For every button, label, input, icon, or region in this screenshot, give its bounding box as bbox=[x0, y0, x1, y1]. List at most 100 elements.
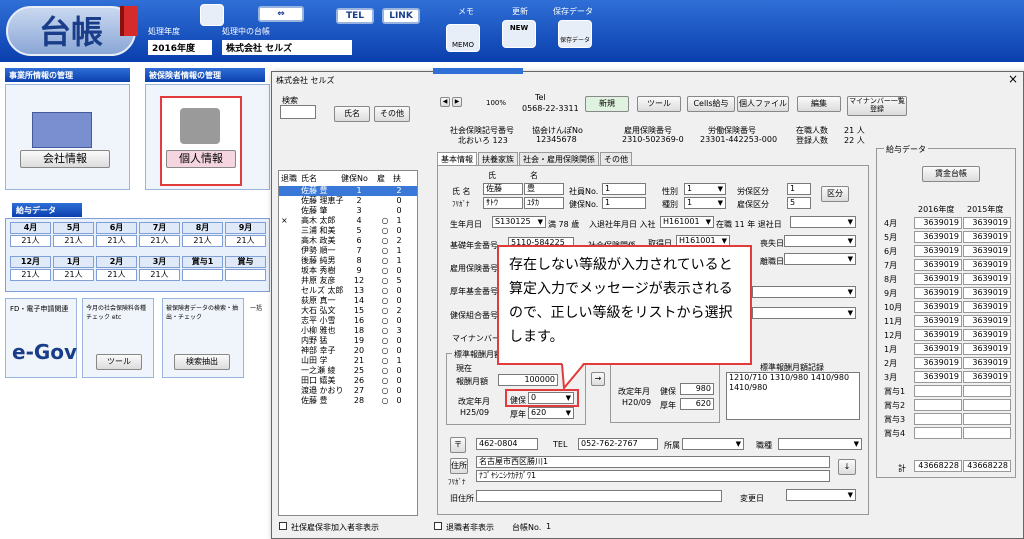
shain-input[interactable]: 1 bbox=[602, 183, 646, 195]
tel-button[interactable]: TEL bbox=[336, 8, 374, 24]
payroll-count[interactable]: 21人 bbox=[139, 235, 180, 247]
memo-icon[interactable]: MEMO bbox=[446, 24, 480, 52]
save-icon[interactable]: 保存データ bbox=[558, 20, 592, 48]
name-search-button[interactable]: 氏名 bbox=[334, 106, 370, 122]
kyuyo-value-2015[interactable]: 3639019 bbox=[963, 301, 1011, 313]
birth-select[interactable]: S130125 bbox=[492, 216, 546, 228]
payroll-month-label[interactable]: 5月 bbox=[53, 222, 94, 234]
kubun-button[interactable]: 区分 bbox=[821, 186, 849, 202]
soshitsu-select[interactable] bbox=[784, 235, 856, 247]
address-button[interactable]: 住所 bbox=[450, 458, 468, 474]
employee-row[interactable]: 荻原 真一 14 ○ 0 bbox=[279, 296, 417, 306]
kyuyo-value-2015[interactable]: 3639019 bbox=[963, 259, 1011, 271]
employee-row[interactable]: 伊勢 順一 7 ○ 1 bbox=[279, 246, 417, 256]
kyuyo-value-2015[interactable]: 3639019 bbox=[963, 287, 1011, 299]
kyuyo-value-2016[interactable]: 3639019 bbox=[914, 231, 962, 243]
kyuyo-value-2016[interactable] bbox=[914, 385, 962, 397]
employee-row[interactable]: 田口 嬉美 26 ○ 0 bbox=[279, 376, 417, 386]
kyuyo-value-2016[interactable] bbox=[914, 399, 962, 411]
kyuyo-value-2016[interactable]: 3639019 bbox=[914, 329, 962, 341]
payroll-month-label[interactable]: 12月 bbox=[10, 256, 51, 268]
hide-retired-checkbox[interactable] bbox=[434, 522, 442, 530]
kyuyo-value-2015[interactable] bbox=[963, 385, 1011, 397]
payroll-count[interactable] bbox=[182, 269, 223, 281]
koho-input[interactable]: 5 bbox=[787, 197, 811, 209]
kyuyo-value-2015[interactable]: 3639019 bbox=[963, 357, 1011, 369]
employee-row[interactable]: 一之瀬 綾 25 ○ 0 bbox=[279, 366, 417, 376]
company-info-button[interactable]: 会社情報 bbox=[20, 150, 110, 168]
rishoku-select[interactable] bbox=[784, 253, 856, 265]
employee-row[interactable]: 佐藤 豊 1 2 bbox=[279, 186, 417, 196]
payroll-count[interactable]: 21人 bbox=[10, 235, 51, 247]
henko-select[interactable] bbox=[786, 489, 856, 501]
employee-row[interactable]: 小柳 雅也 18 ○ 3 bbox=[279, 326, 417, 336]
rouho-input[interactable]: 1 bbox=[787, 183, 811, 195]
kosei-select[interactable] bbox=[752, 286, 856, 298]
payroll-month-label[interactable]: 1月 bbox=[53, 256, 94, 268]
payroll-count[interactable]: 21人 bbox=[96, 235, 137, 247]
close-icon[interactable]: × bbox=[1008, 72, 1018, 86]
hoshu-input[interactable]: 100000 bbox=[498, 374, 558, 386]
employee-row[interactable]: 佐藤 豊 28 ○ 0 bbox=[279, 396, 417, 406]
tool-button[interactable]: ツール bbox=[96, 354, 142, 370]
kyuyo-value-2015[interactable] bbox=[963, 413, 1011, 425]
kyuyo-value-2016[interactable]: 3639019 bbox=[914, 357, 962, 369]
toolbar-button[interactable]: 新規 bbox=[585, 96, 629, 112]
sei-input[interactable]: 佐藤 bbox=[483, 183, 523, 195]
other-search-button[interactable]: その他 bbox=[374, 106, 410, 122]
kyuyo-value-2016[interactable]: 3639019 bbox=[914, 273, 962, 285]
kyuyo-value-2016[interactable]: 3639019 bbox=[914, 315, 962, 327]
next-icon[interactable]: ▶ bbox=[452, 97, 462, 107]
payroll-month-label[interactable]: 9月 bbox=[225, 222, 266, 234]
employee-row[interactable]: 井原 友彦 12 ○ 5 bbox=[279, 276, 417, 286]
window-swap-icon[interactable]: ⇔ bbox=[258, 6, 304, 22]
employee-row[interactable]: 志平 小雪 16 ○ 0 bbox=[279, 316, 417, 326]
hire-select[interactable]: H161001 bbox=[660, 216, 714, 228]
kenkou-select[interactable] bbox=[752, 307, 856, 319]
kiroku-value[interactable]: 1210/710 1310/980 1410/980 1410/980 bbox=[726, 372, 860, 420]
kyuyo-value-2015[interactable]: 3639019 bbox=[963, 343, 1011, 355]
kyuyo-value-2015[interactable]: 3639019 bbox=[963, 217, 1011, 229]
payroll-count[interactable]: 21人 bbox=[225, 235, 266, 247]
old-address-input[interactable] bbox=[476, 490, 722, 502]
employee-row[interactable]: 佐藤 理恵子 2 0 bbox=[279, 196, 417, 206]
egov-logo[interactable]: e-Gov bbox=[12, 340, 77, 364]
search-input[interactable] bbox=[280, 105, 316, 119]
shubetsu-select[interactable]: 1 bbox=[684, 197, 726, 209]
kyuyo-value-2016[interactable] bbox=[914, 427, 962, 439]
kenpo-input[interactable]: 1 bbox=[602, 197, 646, 209]
kyuyo-value-2016[interactable]: 3639019 bbox=[914, 301, 962, 313]
payroll-month-label[interactable]: 7月 bbox=[139, 222, 180, 234]
arrow-right-icon[interactable]: → bbox=[591, 372, 605, 386]
kyuyo-value-2015[interactable]: 3639019 bbox=[963, 315, 1011, 327]
employee-row[interactable]: 大石 弘文 15 ○ 2 bbox=[279, 306, 417, 316]
payroll-month-label[interactable]: 3月 bbox=[139, 256, 180, 268]
personal-info-button[interactable]: 個人情報 bbox=[166, 150, 236, 168]
employee-row[interactable]: 神部 幸子 20 ○ 0 bbox=[279, 346, 417, 356]
tel2-input[interactable]: 052-762-2767 bbox=[578, 438, 658, 450]
sei-kana-input[interactable]: ｻﾄｳ bbox=[483, 197, 523, 209]
payroll-count[interactable]: 21人 bbox=[139, 269, 180, 281]
address-input[interactable]: 名古屋市西区勝川1 bbox=[476, 456, 830, 468]
mei-kana-input[interactable]: ﾕﾀｶ bbox=[524, 197, 564, 209]
employee-row[interactable]: 内野 猛 19 ○ 0 bbox=[279, 336, 417, 346]
link-button[interactable]: LINK bbox=[382, 8, 420, 24]
seibetsu-select[interactable]: 1 bbox=[684, 183, 726, 195]
kyuyo-value-2015[interactable]: 3639019 bbox=[963, 231, 1011, 243]
payroll-month-label[interactable]: 2月 bbox=[96, 256, 137, 268]
hide-employment-checkbox[interactable] bbox=[279, 522, 287, 530]
kyuyo-value-2016[interactable]: 3639019 bbox=[914, 343, 962, 355]
tab-item[interactable]: 扶養家族 bbox=[478, 152, 518, 165]
employee-row[interactable]: 後藤 純男 8 ○ 1 bbox=[279, 256, 417, 266]
kyuyo-value-2015[interactable]: 3639019 bbox=[963, 371, 1011, 383]
kounen2-input[interactable]: 620 bbox=[680, 398, 714, 410]
employee-row[interactable]: 渡邉 かおり 27 ○ 0 bbox=[279, 386, 417, 396]
tab-item[interactable]: 基本情報 bbox=[437, 152, 477, 165]
calendar-icon[interactable] bbox=[200, 4, 224, 26]
wage-ledger-button[interactable]: 賃金台帳 bbox=[922, 166, 980, 182]
payroll-count[interactable]: 21人 bbox=[182, 235, 223, 247]
employee-row[interactable]: 高木 政美 6 ○ 2 bbox=[279, 236, 417, 246]
tab-item[interactable]: 社会・雇用保険関係 bbox=[519, 152, 599, 165]
mei-input[interactable]: 豊 bbox=[524, 183, 564, 195]
kyuyo-value-2015[interactable]: 3639019 bbox=[963, 245, 1011, 257]
